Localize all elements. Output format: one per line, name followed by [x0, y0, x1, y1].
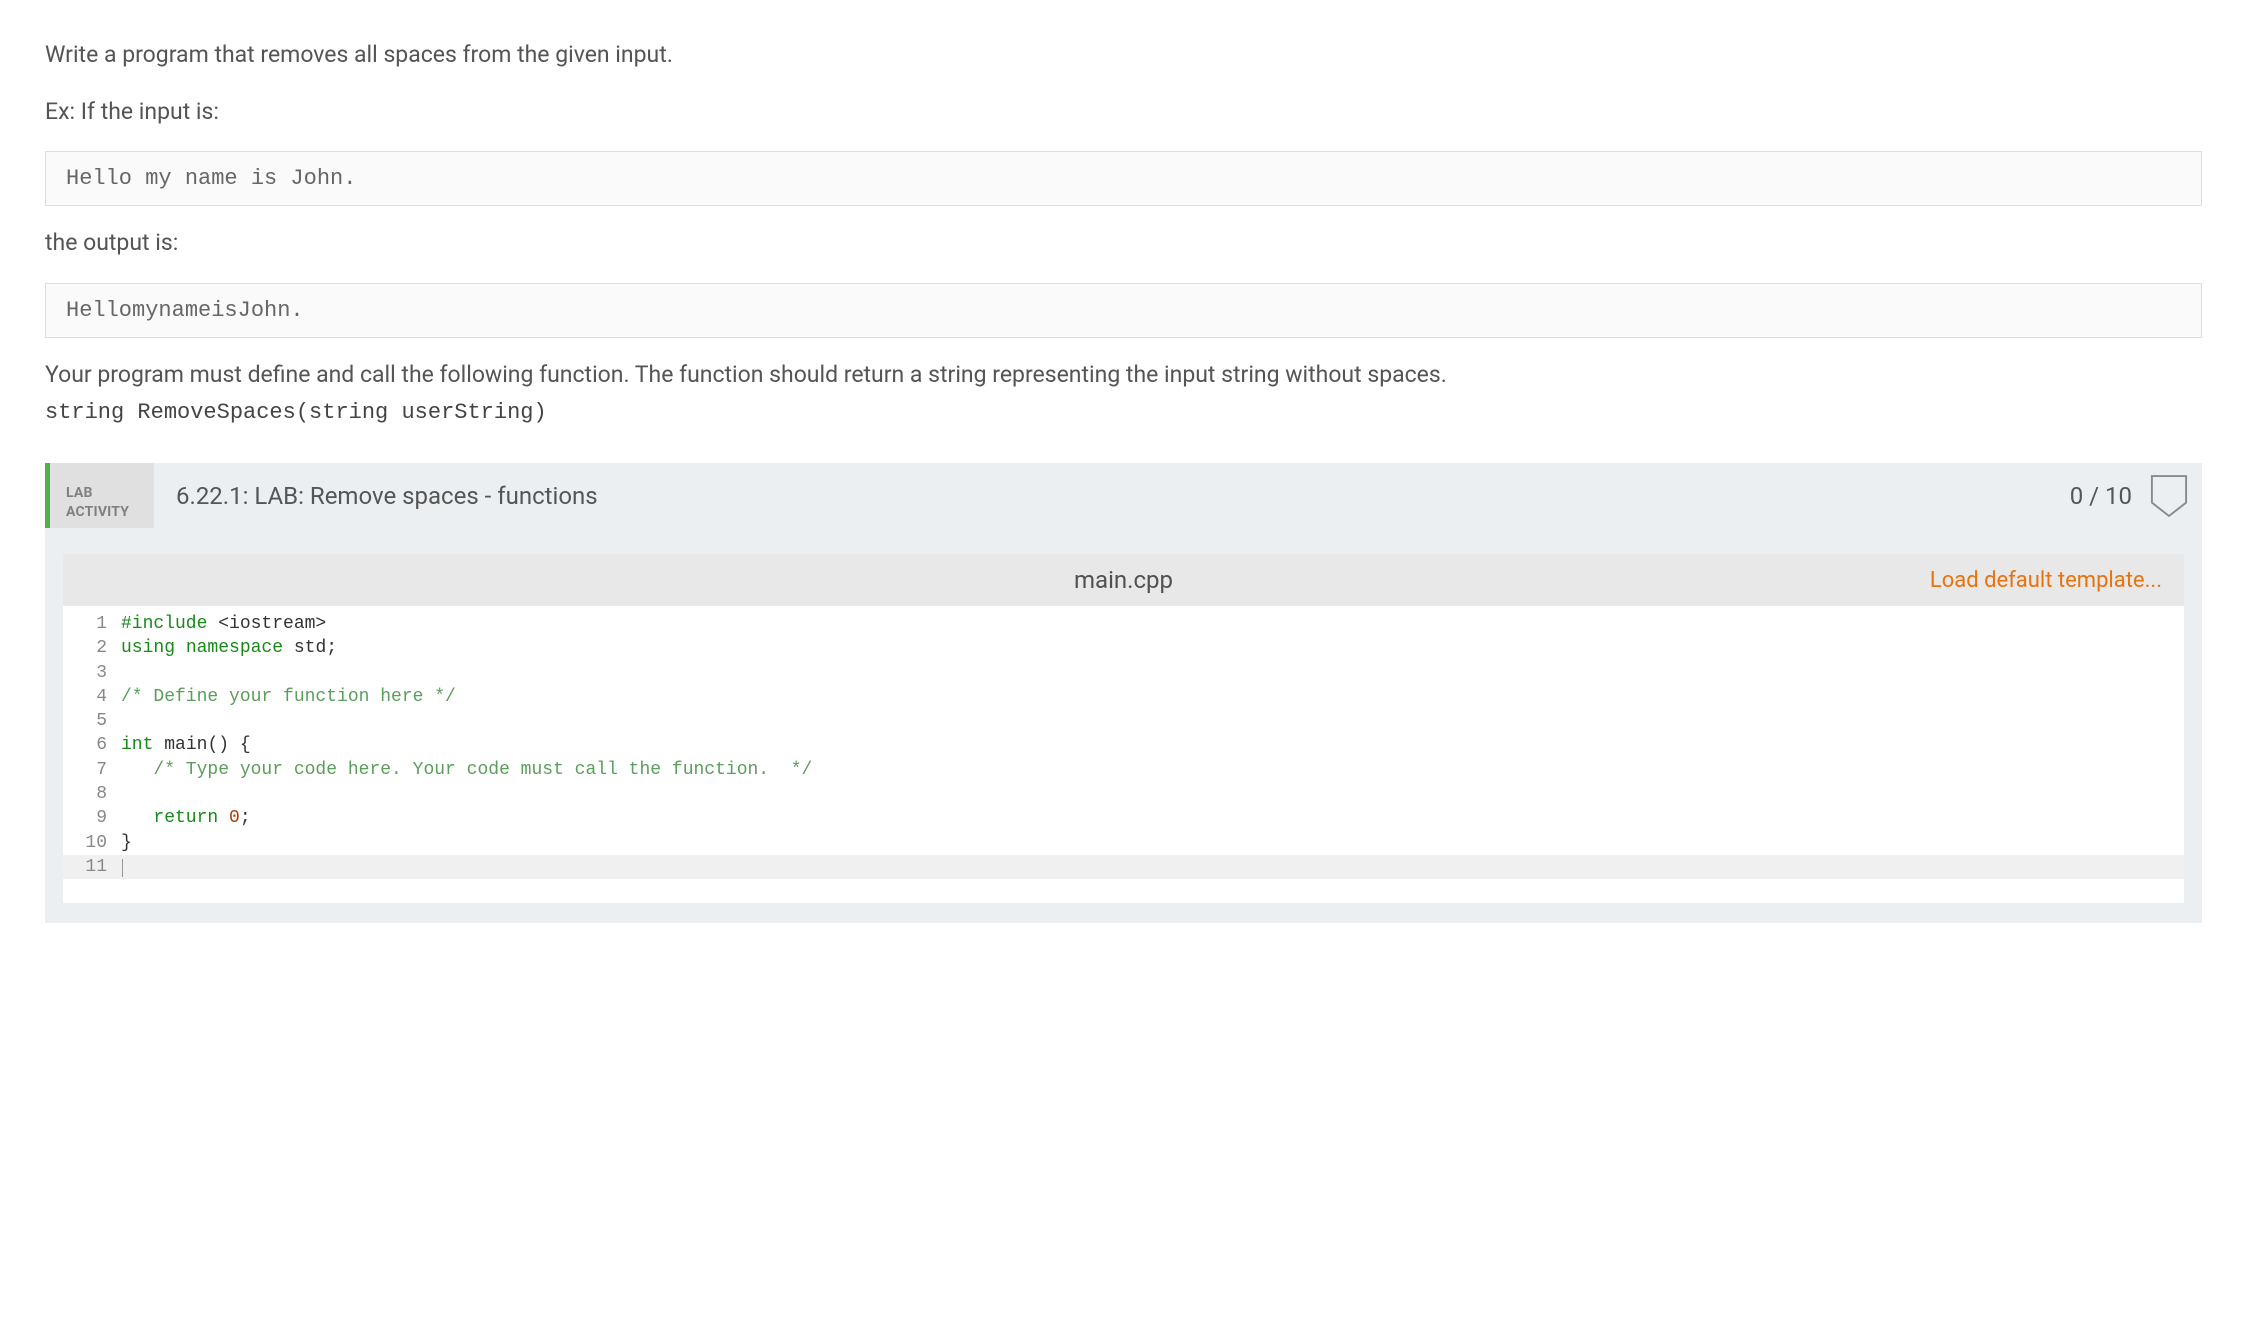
lab-tag-line2: ACTIVITY	[66, 503, 138, 522]
code-content[interactable]: return 0;	[117, 806, 2184, 830]
line-number: 3	[63, 661, 117, 685]
code-content[interactable]: /* Define your function here */	[117, 685, 2184, 709]
line-number: 2	[63, 636, 117, 660]
editor-toolbar: main.cpp Load default template...	[63, 554, 2184, 606]
line-number: 7	[63, 758, 117, 782]
lab-header: LAB ACTIVITY 6.22.1: LAB: Remove spaces …	[45, 463, 2202, 528]
line-number: 4	[63, 685, 117, 709]
code-content[interactable]: #include <iostream>	[117, 612, 2184, 636]
code-line[interactable]: 9 return 0;	[63, 806, 2184, 830]
code-content[interactable]	[117, 782, 2184, 806]
code-line[interactable]: 1#include <iostream>	[63, 612, 2184, 636]
code-line[interactable]: 4/* Define your function here */	[63, 685, 2184, 709]
lab-page: Write a program that removes all spaces …	[0, 0, 2247, 923]
code-line[interactable]: 5	[63, 709, 2184, 733]
code-line[interactable]: 2using namespace std;	[63, 636, 2184, 660]
editor-wrap: main.cpp Load default template... 1#incl…	[45, 528, 2202, 923]
line-number: 11	[63, 855, 117, 879]
line-number: 9	[63, 806, 117, 830]
code-line[interactable]: 10}	[63, 831, 2184, 855]
code-content[interactable]: int main() {	[117, 733, 2184, 757]
shield-icon	[2150, 474, 2188, 518]
code-editor[interactable]: 1#include <iostream>2using namespace std…	[63, 606, 2184, 903]
function-signature: string RemoveSpaces(string userString)	[45, 396, 2202, 429]
line-number: 6	[63, 733, 117, 757]
code-line[interactable]: 11	[63, 855, 2184, 879]
instruction-line-1: Write a program that removes all spaces …	[45, 38, 2202, 73]
code-content[interactable]	[117, 709, 2184, 733]
editor-filename: main.cpp	[1074, 566, 1173, 594]
load-default-template-link[interactable]: Load default template...	[1930, 568, 2162, 593]
example-output-box: HellomynameisJohn.	[45, 283, 2202, 338]
code-content[interactable]	[117, 661, 2184, 685]
code-line[interactable]: 7 /* Type your code here. Your code must…	[63, 758, 2184, 782]
example-input-box: Hello my name is John.	[45, 151, 2202, 206]
code-content[interactable]: using namespace std;	[117, 636, 2184, 660]
text-cursor	[122, 859, 123, 877]
lab-activity-tag: LAB ACTIVITY	[50, 463, 154, 528]
instruction-line-2: Ex: If the input is:	[45, 95, 2202, 130]
lab-score: 0 / 10	[2070, 463, 2144, 528]
instruction-line-4-text: Your program must define and call the fo…	[45, 361, 1447, 388]
lab-title: 6.22.1: LAB: Remove spaces - functions	[154, 463, 2070, 528]
code-line[interactable]: 6int main() {	[63, 733, 2184, 757]
code-line[interactable]: 3	[63, 661, 2184, 685]
line-number: 5	[63, 709, 117, 733]
code-content[interactable]	[117, 855, 2184, 879]
code-line[interactable]: 8	[63, 782, 2184, 806]
line-number: 10	[63, 831, 117, 855]
code-content[interactable]: /* Type your code here. Your code must c…	[117, 758, 2184, 782]
line-number: 1	[63, 612, 117, 636]
instruction-line-3: the output is:	[45, 226, 2202, 261]
lab-panel: LAB ACTIVITY 6.22.1: LAB: Remove spaces …	[45, 463, 2202, 923]
code-content[interactable]: }	[117, 831, 2184, 855]
lab-tag-line1: LAB	[66, 484, 138, 503]
line-number: 8	[63, 782, 117, 806]
instruction-line-4: Your program must define and call the fo…	[45, 358, 2202, 430]
